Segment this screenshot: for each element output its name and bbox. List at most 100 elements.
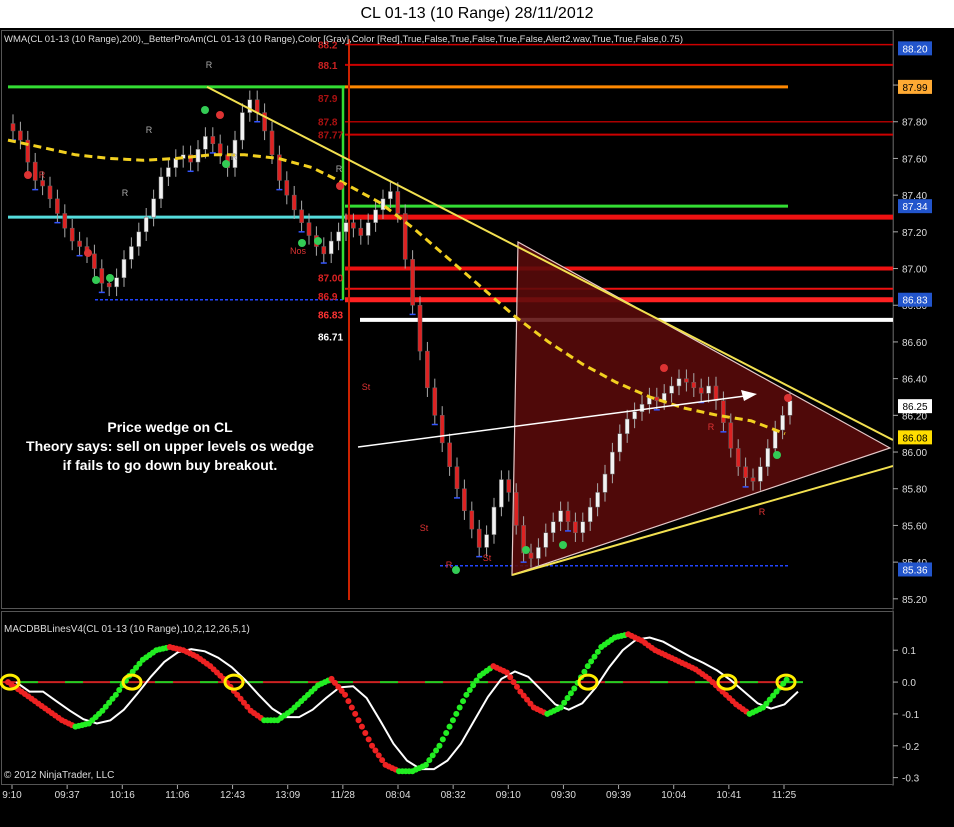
candle: [550, 521, 556, 534]
candle: [780, 415, 785, 431]
price-tag-label: 86.83: [902, 296, 927, 307]
level-label: 87.00: [318, 274, 343, 285]
candle: [595, 492, 600, 508]
indicator-label: WMA(CL 01-13 (10 Range),200),_BetterProA…: [4, 34, 683, 45]
y-tick-label: 86.60: [902, 338, 927, 349]
candle: [269, 130, 275, 156]
signal-label: R: [708, 422, 715, 432]
candle: [388, 191, 393, 200]
signal-label: R: [122, 188, 129, 198]
signal-label: R: [446, 560, 453, 570]
signal-label: R: [146, 125, 153, 135]
buy-signal-dot: [452, 566, 460, 574]
candle: [69, 227, 75, 242]
candle: [447, 442, 452, 467]
candle: [639, 404, 645, 412]
candle: [55, 198, 60, 214]
candle: [425, 350, 430, 389]
candle: [402, 213, 408, 260]
sell-signal-dot: [216, 111, 224, 119]
candle: [395, 191, 401, 214]
x-tick-label: 09:10: [496, 790, 521, 801]
candle: [99, 268, 105, 284]
candle: [77, 240, 82, 247]
y-tick-label: 87.20: [902, 228, 927, 239]
candle: [343, 222, 349, 233]
macd-y-tick-label: -0.2: [902, 742, 920, 753]
candle: [610, 451, 615, 475]
candle: [321, 246, 327, 255]
level-label: 86.83: [318, 310, 343, 321]
x-tick-label: 13:09: [275, 790, 300, 801]
candle: [336, 231, 341, 242]
candle: [62, 213, 68, 229]
candle: [743, 466, 748, 478]
buy-signal-dot: [106, 274, 114, 282]
level-label: 87.8: [318, 118, 338, 129]
candle: [129, 246, 134, 260]
candle: [18, 130, 23, 141]
candle: [772, 429, 778, 449]
candle: [284, 180, 290, 196]
y-tick-label: 86.40: [902, 375, 927, 386]
macd-dot: [355, 717, 362, 724]
macd-y-tick-label: 0.1: [902, 646, 916, 657]
candle: [602, 473, 608, 493]
candle: [654, 396, 660, 401]
candle: [380, 198, 386, 211]
candle: [624, 418, 630, 434]
candle: [476, 528, 482, 548]
y-tick-label: 85.60: [902, 521, 927, 532]
candle: [106, 282, 112, 288]
y-tick-label: 87.60: [902, 154, 927, 165]
x-tick-label: 09:37: [55, 790, 80, 801]
sell-signal-dot: [660, 364, 668, 372]
candle: [121, 259, 127, 278]
candle: [166, 167, 171, 178]
candle: [365, 222, 371, 236]
x-tick-label: 11/28: [331, 790, 356, 801]
candle: [469, 510, 475, 530]
annotation-line-2: Theory says: sell on upper levels os wed…: [26, 438, 314, 454]
candle: [684, 378, 689, 383]
candle: [632, 411, 637, 420]
candle: [758, 466, 763, 482]
x-tick-label: 10:04: [661, 790, 686, 801]
candle: [351, 222, 356, 229]
signal-label: R: [231, 152, 238, 162]
candle: [136, 231, 142, 247]
macd-y-tick-label: 0.0: [902, 678, 916, 689]
candle: [10, 123, 16, 132]
y-tick-label: 85.80: [902, 485, 927, 496]
price-tag-label: 87.99: [902, 83, 927, 94]
candle: [462, 488, 467, 511]
candle: [217, 143, 223, 156]
candle: [528, 552, 534, 559]
candle: [410, 259, 415, 306]
y-tick-label: 85.20: [902, 595, 927, 606]
candle: [47, 185, 53, 200]
macd-label: MACDBBLinesV4(CL 01-13 (10 Range),10,2,1…: [4, 624, 250, 635]
candle: [513, 492, 519, 526]
candle: [506, 479, 512, 493]
candle: [158, 176, 164, 200]
candle: [306, 222, 312, 236]
x-tick-label: 11:25: [772, 790, 797, 801]
buy-signal-dot: [559, 541, 567, 549]
candle: [676, 378, 682, 387]
buy-signal-dot: [92, 276, 100, 284]
buy-signal-dot: [201, 106, 209, 114]
level-label: 87.9: [318, 94, 338, 105]
candle: [454, 466, 460, 489]
price-tag-label: 88.20: [902, 44, 927, 55]
candle: [195, 149, 201, 163]
macd-y-tick-label: -0.1: [902, 710, 920, 721]
chart-area[interactable]: RRRRRRRRRNosStStSt88.288.187.987.887.778…: [0, 28, 954, 827]
macd-dot: [342, 691, 349, 698]
candle: [536, 547, 541, 559]
candle: [358, 227, 364, 236]
candle: [210, 136, 216, 145]
macd-dot: [783, 676, 790, 683]
x-tick-label: 9:10: [2, 790, 22, 801]
sell-signal-dot: [336, 182, 344, 190]
